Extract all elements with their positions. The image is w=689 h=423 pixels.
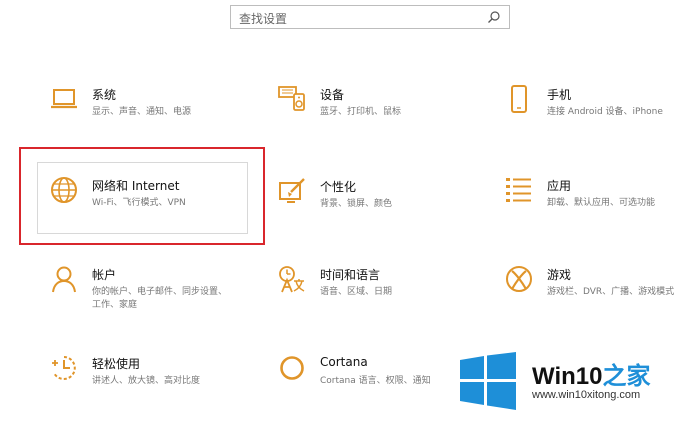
item-title: 网络和 Internet [92,179,180,193]
watermark-title: Win10之家 [532,363,651,390]
watermark: Win10之家 www.win10xitong.com [458,352,686,410]
item-title: 游戏 [547,268,572,282]
keyboard-speaker-icon [278,86,305,111]
item-description: 你的帐户、电子邮件、同步设置、 [92,287,228,297]
xbox-icon [506,266,532,292]
phone-icon [511,85,527,113]
time-language-icon [279,266,305,293]
item-title: 手机 [547,88,572,102]
item-title: 系统 [92,88,117,102]
item-description: 游戏栏、DVR、广播、游戏模式 [547,287,675,297]
item-description: 蓝牙、打印机、鼠标 [320,107,402,117]
ease-of-access-icon [52,356,76,380]
item-description-line2: 工作、家庭 [92,300,138,310]
item-description: 讲述人、放大镜、高对比度 [92,376,201,386]
item-title: 设备 [320,88,345,102]
item-description: 连接 Android 设备、iPhone [547,107,663,117]
item-title: Cortana [320,355,368,369]
item-title: 帐户 [92,268,117,282]
item-description: 背景、锁屏、颜色 [320,199,393,209]
item-title: 轻松使用 [92,357,141,371]
person-icon [52,266,76,293]
laptop-icon [51,89,77,109]
cortana-icon [280,356,304,380]
paint-brush-icon [279,178,305,203]
globe-icon [51,177,77,203]
item-description: Wi-Fi、飞行模式、VPN [92,198,186,208]
item-description: Cortana 语言、权限、通知 [320,376,431,386]
item-description: 显示、声音、通知、电源 [92,107,192,117]
item-description: 卸载、默认应用、可选功能 [547,198,656,208]
search-input[interactable]: 查找设置 [230,5,510,29]
search-placeholder: 查找设置 [239,12,288,26]
search-icon [488,11,500,23]
watermark-url: www.win10xitong.com [532,389,641,401]
item-title: 应用 [547,179,572,193]
item-title: 时间和语言 [320,268,381,282]
item-title: 个性化 [320,180,357,194]
item-description: 语音、区域、日期 [320,287,393,297]
apps-list-icon [506,178,531,202]
windows-logo-icon [460,352,516,410]
